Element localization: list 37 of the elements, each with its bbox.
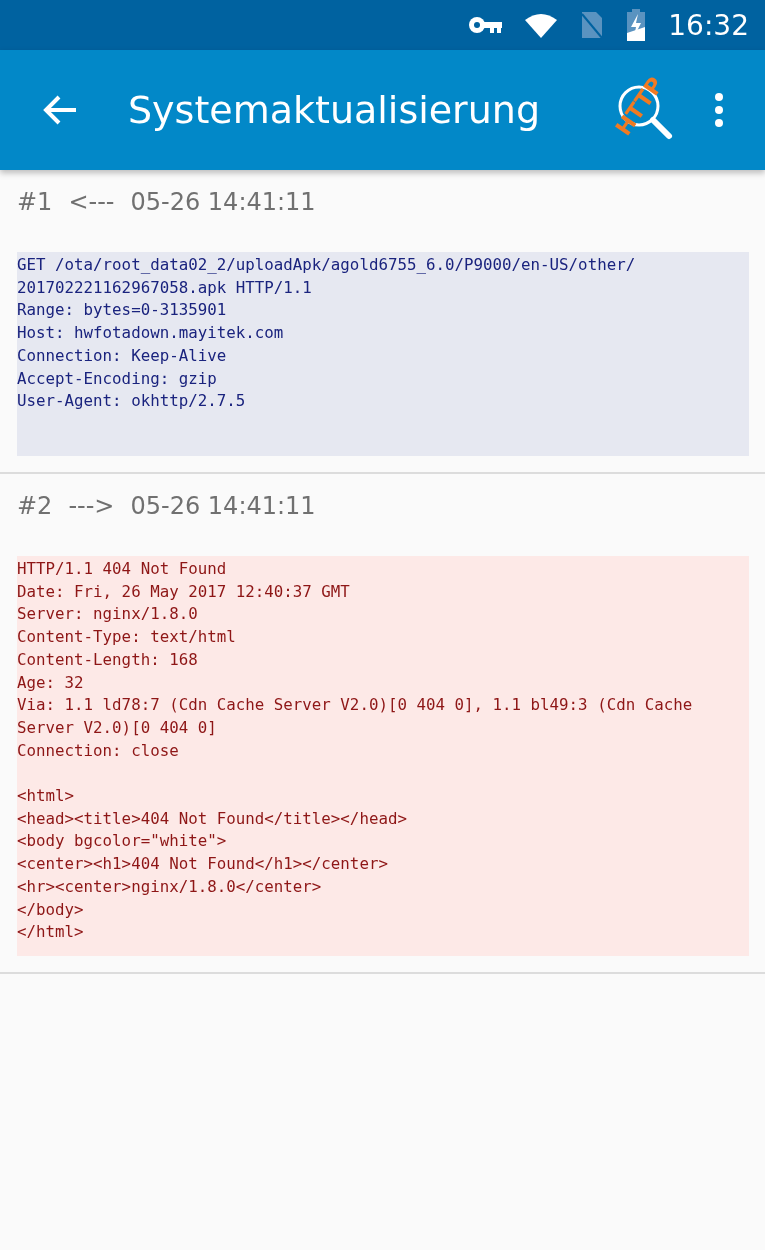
code-line: <html> — [17, 785, 75, 807]
code-line: Server V2.0)[0 404 0] — [17, 716, 217, 739]
entry-timestamp: 05-26 14:41:11 — [130, 492, 316, 520]
code-line: 201702221162967058.apk HTTP/1.1 — [17, 276, 312, 299]
entry-timestamp: 05-26 14:41:11 — [130, 188, 316, 216]
code-line: <head><title>404 Not Found</title></head> — [17, 807, 407, 830]
entry-number: #2 — [17, 492, 53, 520]
code-line: Content-Type: text/html — [17, 626, 236, 649]
code-line: Connection: Keep-Alive — [17, 344, 227, 367]
more-vert-icon — [714, 92, 724, 128]
code-line: User-Agent: okhttp/2.7.5 — [17, 390, 246, 413]
direction-arrow: ---> — [68, 492, 115, 520]
code-line: Range: bytes=0-3135901 — [17, 299, 227, 322]
code-line: Age: 32 — [17, 671, 84, 694]
code-line: Server: nginx/1.8.0 — [17, 603, 198, 626]
code-line: Via: 1.1 ld78:7 (Cdn Cache Server V2.0)[0 404 0], 1.1 bl49:3 (Cdn Cache — [17, 694, 693, 717]
code-line: <hr><center>nginx/1.8.0</center> — [17, 875, 322, 898]
battery-charging-icon — [626, 9, 647, 41]
code-line: HTTP/1.1 404 Not Found — [17, 558, 227, 580]
code-line: </html> — [17, 921, 84, 944]
code-line: Content-Length: 168 — [17, 648, 198, 671]
clock-time: 16:32 — [668, 8, 749, 42]
code-line: Connection: close — [17, 739, 179, 762]
screen-title: Systemaktualisierung — [128, 88, 542, 132]
code-line: Date: Fri, 26 May 2017 12:40:37 GMT — [17, 580, 350, 603]
key-icon — [468, 16, 503, 34]
code-line: Accept-Encoding: gzip — [17, 367, 217, 390]
code-line: <body bgcolor="white"> — [17, 830, 227, 853]
code-line: <center><h1>404 Not Found</h1></center> — [17, 853, 388, 876]
no-sim-icon — [580, 10, 605, 40]
back-arrow-icon — [42, 94, 78, 126]
direction-arrow: <--- — [68, 188, 115, 216]
code-line: GET /ota/root_data02_2/uploadApk/agold6755_6.0/P9000/en-US/other/ — [17, 254, 636, 276]
entry-number: #1 — [17, 188, 53, 216]
wifi-icon — [524, 12, 559, 38]
code-line: </body> — [17, 898, 84, 921]
code-line: Host: hwfotadown.mayitek.com — [17, 322, 284, 345]
